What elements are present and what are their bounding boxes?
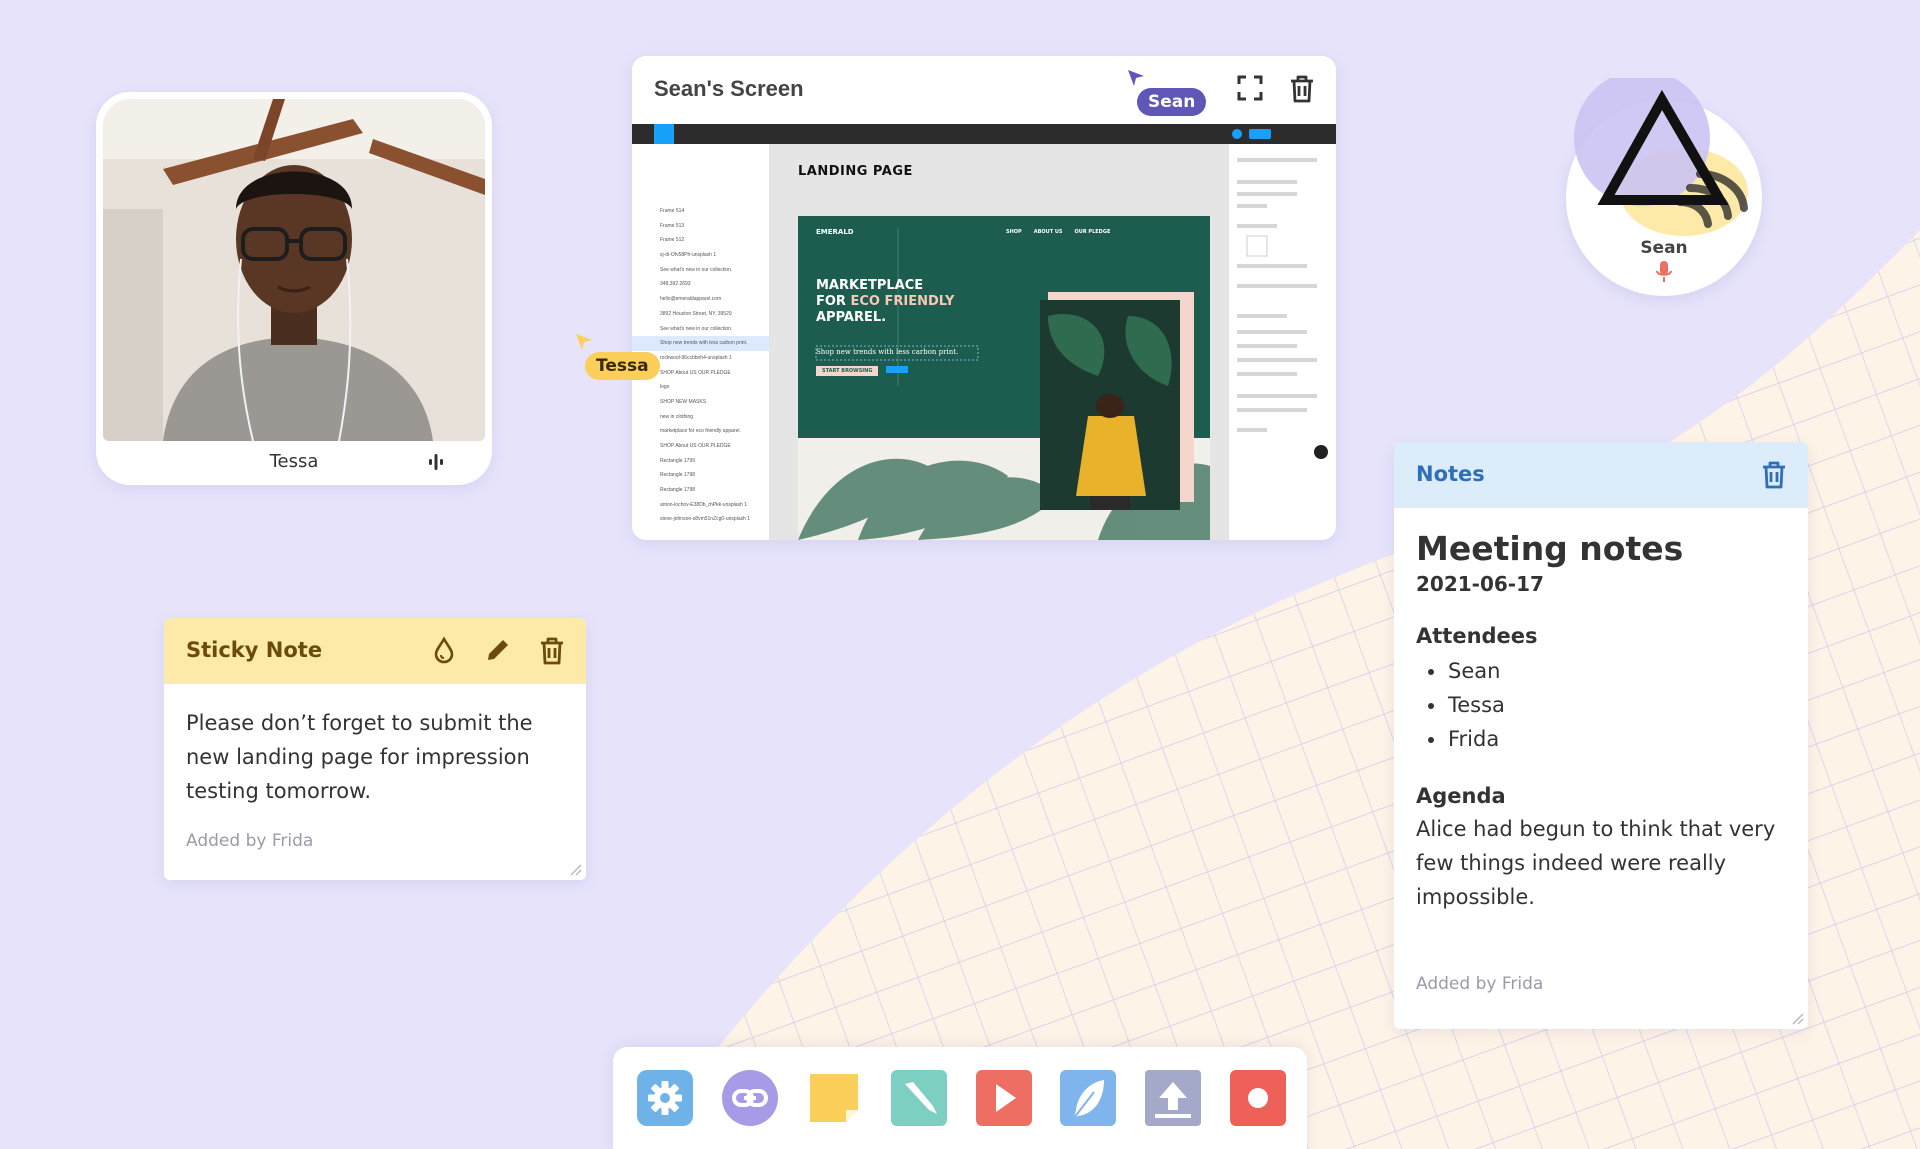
notes-author: Added by Frida (1416, 974, 1544, 994)
resize-handle-icon[interactable] (1790, 1011, 1804, 1025)
notes-date: 2021-06-17 (1416, 572, 1544, 596)
tessa-cursor-label: Tessa (585, 352, 660, 380)
screen-share-window[interactable]: Sean's Screen Frame 514 Frame 513 Frame 51… (632, 56, 1336, 540)
record-button[interactable] (1230, 1070, 1286, 1126)
brand-logo: EMERALD (816, 228, 854, 236)
layer-row: Frame 513 (660, 222, 685, 229)
upload-button[interactable] (1145, 1070, 1201, 1126)
link-icon (722, 1070, 778, 1126)
screen-title: Sean's Screen (654, 76, 804, 101)
agenda-heading: Agenda (1416, 784, 1506, 808)
video-button[interactable] (976, 1070, 1032, 1126)
layer-row: See what's new in our collection. (660, 266, 733, 273)
video-tile-tessa[interactable]: Tessa (96, 92, 492, 485)
notes-title: Notes (1416, 462, 1485, 486)
layer-row: new in clothing (660, 413, 694, 420)
layer-row: Frame 512 (660, 237, 685, 244)
list-item: Sean (1416, 654, 1786, 688)
layer-row: steve-johnson-s8vm51nZcg0-unsplash 1 (660, 516, 751, 523)
layer-row: Rectangle 1798 (660, 487, 696, 494)
notes-heading: Meeting notes (1416, 529, 1684, 568)
shared-screen-content: Frame 514 Frame 513 Frame 512 sj-di-Ofv58Ph… (632, 124, 1336, 540)
notes-header: Notes (1394, 442, 1808, 508)
draw-button[interactable] (891, 1070, 947, 1126)
agenda-text[interactable]: Alice had begun to think that very few t… (1416, 812, 1786, 914)
layer-row: SHOP About US OUR PLEDGE (660, 443, 731, 449)
video-image (103, 99, 485, 441)
sean-cursor-icon (1128, 70, 1144, 86)
layer-row: logo (660, 384, 670, 391)
site-headline: MARKETPLACE FOR ECO FRIENDLY APPAREL. (816, 278, 954, 326)
canvas-frame-title: LANDING PAGE (798, 164, 913, 179)
design-panel (1228, 144, 1336, 540)
site-tagline: Shop new trends with less carbon print. (816, 348, 959, 356)
audio-level-icon (429, 454, 443, 470)
figma-toolbar (632, 124, 1336, 144)
feather-icon (1060, 1070, 1116, 1126)
layer-row: marketplace for eco friendly apparel. (660, 428, 741, 435)
layer-row: SHOP NEW MASKS (660, 398, 707, 405)
layer-row: See what's new in our collection. (660, 325, 733, 332)
sticky-note-icon (810, 1074, 858, 1122)
list-item: Tessa (1416, 688, 1786, 722)
list-item: Frida (1416, 722, 1786, 756)
avatar-name: Sean (1640, 238, 1688, 258)
attendees-list: Sean Tessa Frida (1416, 654, 1786, 756)
trash-icon[interactable] (1760, 460, 1788, 490)
layer-row: Shop new trends with less carbon print. (632, 336, 769, 351)
play-icon (976, 1070, 1032, 1126)
tessa-cursor-icon (576, 334, 592, 350)
headline-line-1: MARKETPLACE (816, 278, 924, 293)
sean-cursor-label: Sean (1137, 88, 1207, 116)
layer-row: Rectangle 1799 (660, 457, 696, 464)
sticky-note-title: Sticky Note (186, 638, 323, 662)
headline-line-2: FOR (816, 294, 846, 309)
sticky-note-button[interactable] (806, 1070, 862, 1126)
trash-icon[interactable] (1288, 74, 1316, 104)
notes-card[interactable]: Notes Meeting notes 2021-06-17 Attendees… (1394, 442, 1808, 1029)
layer-row: 3892 Houston Street, NY, 39529 (660, 310, 732, 317)
site-nav-shop: SHOP (1006, 229, 1022, 235)
fullscreen-icon[interactable] (1236, 74, 1264, 102)
bottom-toolbar (613, 1047, 1307, 1149)
link-button[interactable] (722, 1070, 778, 1126)
sticky-note-text[interactable]: Please don’t forget to submit the new la… (186, 706, 564, 808)
headline-line-3: APPAREL. (816, 310, 887, 325)
settings-button[interactable] (637, 1070, 693, 1126)
resize-handle-icon[interactable] (568, 862, 582, 876)
whiteboard-button[interactable] (1060, 1070, 1116, 1126)
layer-row: sj-di-Ofv58Ph-unsplash 1 (660, 252, 717, 259)
record-icon (1230, 1070, 1286, 1126)
layer-row: Frame 514 (660, 208, 685, 214)
trash-icon[interactable] (538, 636, 566, 666)
avatar-image (1574, 78, 1748, 236)
layer-row: Rectangle 1798 (660, 472, 696, 479)
sticky-note-author: Added by Frida (186, 831, 314, 851)
site-cta-button: START BROWSING (816, 366, 879, 376)
video-feed (103, 99, 485, 441)
headline-highlight: ECO FRIENDLY (850, 294, 955, 309)
edit-pencil-icon[interactable] (484, 636, 512, 664)
upload-icon (1145, 1070, 1201, 1126)
participant-avatar-sean[interactable]: Sean (1566, 78, 1762, 296)
attendees-heading: Attendees (1416, 624, 1538, 648)
color-drop-icon[interactable] (430, 636, 458, 664)
layers-panel: Frame 514 Frame 513 Frame 512 sj-di-Ofv58Ph… (632, 144, 770, 540)
layer-row: anton-lochov-E38Db_rhPkk-unsplash 1 (660, 501, 747, 508)
pen-icon (891, 1070, 947, 1126)
sticky-note-header: Sticky Note (164, 618, 586, 684)
microphone-icon[interactable] (1654, 260, 1674, 284)
sticky-note-card[interactable]: Sticky Note Please don’t forget to submi… (164, 618, 586, 880)
site-nav-about: ABOUT US (1033, 229, 1063, 235)
site-nav-pledge: OUR PLEDGE (1074, 229, 1111, 235)
gear-icon (637, 1070, 693, 1126)
layer-row: 348.392.2693 (660, 281, 691, 288)
landing-page-artboard: EMERALD SHOP ABOUT US OUR PLEDGE MARKETP… (798, 216, 1210, 540)
layer-row: hello@emeraldapparel.com (660, 296, 722, 303)
